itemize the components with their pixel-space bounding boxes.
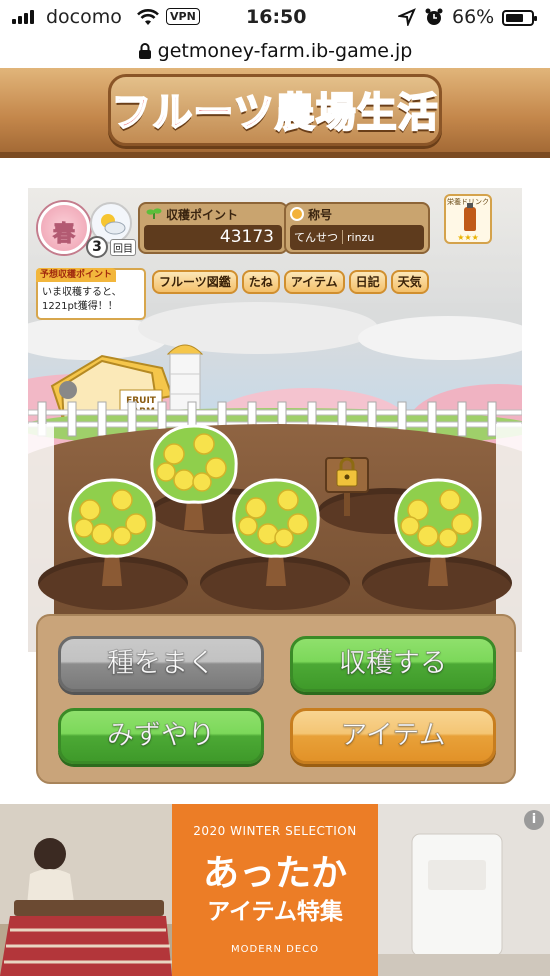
season-label: 春 [52,222,75,248]
clock: 16:50 [246,6,307,28]
ad-banner[interactable]: 2020 WINTER SELECTION あったか アイテム特集 MODERN… [0,804,550,976]
season-badge: 春 [38,202,90,254]
status-bar: docomo VPN 16:50 66% [0,0,550,36]
forecast-line-1: いま収穫すると、 [42,287,122,298]
menu-tabs: フルーツ図鑑 たね アイテム 日記 天気 [152,270,429,294]
fruit-tree[interactable] [226,474,326,604]
signal-icon [12,10,34,24]
item-button[interactable]: アイテム [290,708,496,764]
harvest-button[interactable]: 収穫する [290,636,496,692]
tab-diary[interactable]: 日記 [348,270,387,294]
url-text: getmoney-farm.ib-game.jp [157,40,413,62]
harvest-points-panel: 収穫ポイント 43173 [138,202,288,254]
ad-image-heater: i [378,804,550,976]
location-icon [398,8,416,26]
battery-icon [502,10,537,26]
tab-fruit-encyclopedia[interactable]: フルーツ図鑑 [152,270,238,294]
battery-percent: 66% [452,6,495,28]
alarm-icon [425,8,443,25]
game-screen: FRUIT FARM [28,188,522,652]
action-panel: 種をまく 収穫する みずやり アイテム [36,614,516,784]
ad-text-panel: 2020 WINTER SELECTION あったか アイテム特集 MODERN… [172,804,378,976]
title-panel: 称号 てんせつ rinzu [284,202,430,254]
tab-seeds[interactable]: たね [241,270,280,294]
tab-weather[interactable]: 天気 [390,270,429,294]
drink-bottle-icon [464,203,476,231]
energy-drink-button[interactable]: 栄養ドリンク ★★★ [444,194,492,244]
ad-brand: MODERN DECO [231,944,319,955]
water-button[interactable]: みずやり [58,708,264,764]
wifi-icon [137,9,159,25]
ad-image-kotatsu [0,804,172,976]
fruit-tree[interactable] [388,474,488,604]
username: rinzu [347,231,375,244]
fruit-tree[interactable] [62,474,162,604]
forecast-box: 予想収穫ポイント いま収穫すると、 1221pt獲得！！ [36,268,146,320]
harvest-points-value: 43173 [144,225,282,250]
vpn-badge: VPN [166,8,200,25]
padlock-icon[interactable] [324,452,370,518]
ad-info-icon[interactable]: i [524,810,544,830]
title-rank: てんせつ [294,231,338,244]
carrier-name: docomo [46,6,122,28]
forecast-line-2: 1221pt獲得！！ [42,301,118,312]
title-value: てんせつ rinzu [290,225,424,250]
tab-items[interactable]: アイテム [283,270,345,294]
medal-icon [290,207,304,221]
game-logo: フルーツ農場生活 [110,88,439,137]
drink-stars: ★★★ [457,233,479,242]
lock-icon [138,43,151,59]
sprout-icon [146,208,162,219]
sow-seeds-button[interactable]: 種をまく [58,636,264,692]
round-counter: 3 回目 [86,236,136,258]
sun-cloud-icon [101,214,126,235]
url-bar[interactable]: getmoney-farm.ib-game.jp [0,36,550,66]
